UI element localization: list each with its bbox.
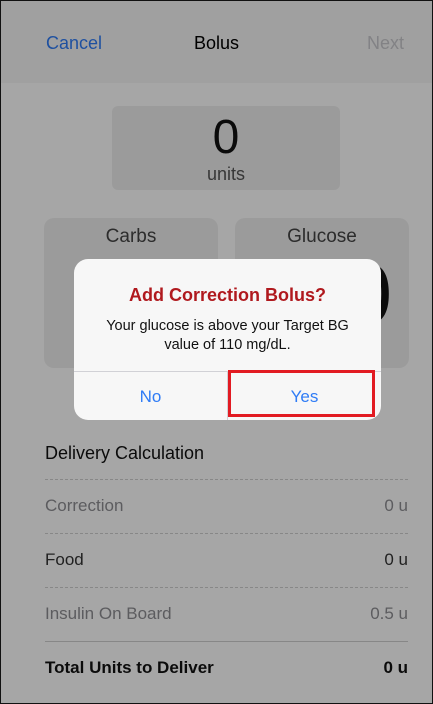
dialog-message: Your glucose is above your Target BG val… (106, 318, 349, 353)
dialog-buttons: No Yes (74, 371, 381, 420)
dialog-title: Add Correction Bolus? (129, 285, 326, 305)
correction-bolus-dialog: Add Correction Bolus? Your glucose is ab… (74, 259, 381, 420)
no-button[interactable]: No (74, 372, 228, 420)
bolus-screen: Cancel Bolus Next 0 units Carbs 0 Glucos… (0, 0, 433, 704)
yes-button[interactable]: Yes (228, 372, 381, 420)
